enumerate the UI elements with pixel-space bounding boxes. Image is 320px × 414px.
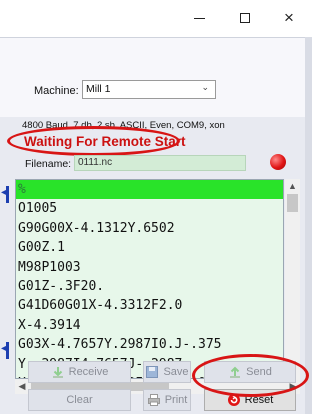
gcode-line[interactable]: M98P1003	[16, 258, 283, 277]
gcode-line[interactable]: X-4.3914	[16, 316, 283, 335]
status-annotation-ring	[7, 126, 180, 156]
print-label: Print	[164, 394, 188, 406]
dnc-app-panel: Machine: Mill 1 ⌄ 4800 Baud, 7 db, 2 sb,…	[0, 37, 312, 414]
minimize-icon	[193, 17, 205, 19]
scroll-up-icon[interactable]: ▲	[285, 179, 300, 193]
machine-label: Machine:	[34, 85, 79, 97]
machine-strip	[0, 37, 305, 117]
gcode-line[interactable]: %	[16, 180, 283, 200]
vertical-scroll-thumb[interactable]	[287, 194, 298, 212]
gcode-line[interactable]: G01Z-.3F20.	[16, 277, 283, 296]
save-icon	[146, 366, 159, 378]
filename-field[interactable]: 0111.nc	[74, 155, 246, 171]
maximize-button[interactable]	[222, 0, 268, 36]
close-icon: ×	[284, 8, 294, 27]
maximize-icon	[240, 13, 250, 23]
gcode-line[interactable]: G00Z.1	[16, 238, 283, 257]
gcode-line[interactable]: G03X-4.7657Y.2987I0.J-.375	[16, 335, 283, 354]
vertical-scrollbar[interactable]: ▲ ▼	[285, 179, 300, 379]
right-edge	[305, 37, 312, 414]
print-button[interactable]: Print	[143, 389, 191, 411]
title-bar: ×	[0, 0, 312, 36]
side-arrow-icon: ◀	[1, 187, 9, 198]
clear-label: Clear	[66, 394, 93, 406]
minimize-button[interactable]	[176, 0, 222, 36]
close-button[interactable]: ×	[266, 0, 312, 36]
gcode-line[interactable]: G41D60G01X-4.3312F2.0	[16, 296, 283, 315]
receive-button[interactable]: Receive	[28, 361, 131, 383]
side-arrow-icon: ◀	[1, 343, 9, 354]
gcode-editor[interactable]: % O1005 G90G00X-4.1312Y.6502 G00Z.1 M98P1003…	[15, 179, 284, 379]
receive-label: Receive	[68, 366, 109, 378]
red-status-ball-icon	[270, 154, 286, 170]
machine-select[interactable]: Mill 1 ⌄	[82, 80, 216, 99]
printer-icon	[147, 394, 160, 406]
save-button[interactable]: Save	[143, 361, 191, 383]
send-annotation-ring	[192, 354, 309, 397]
scroll-left-icon[interactable]: ◀	[15, 379, 29, 394]
clear-button[interactable]: Clear	[28, 389, 131, 411]
machine-select-value: Mill 1	[86, 83, 111, 95]
filename-label: Filename:	[25, 158, 72, 170]
gcode-line[interactable]: O1005	[16, 199, 283, 218]
chevron-down-icon: ⌄	[201, 82, 209, 92]
gcode-line[interactable]: G90G00X-4.1312Y.6502	[16, 219, 283, 238]
save-label: Save	[163, 366, 189, 378]
receive-icon	[52, 367, 63, 378]
